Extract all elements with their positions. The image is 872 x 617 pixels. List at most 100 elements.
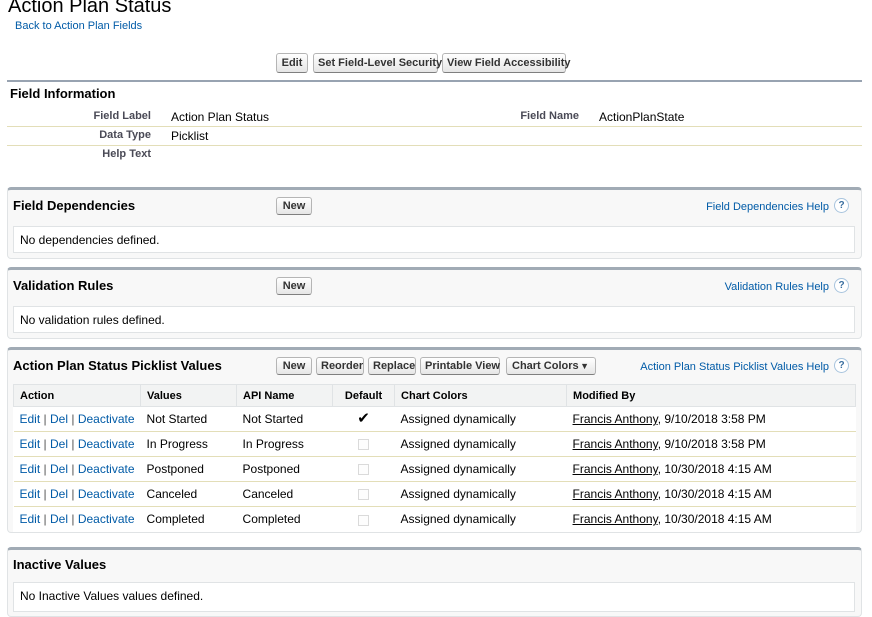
table-header-row: Action Values API Name Default Chart Col… [12, 384, 856, 407]
data-type-value: Picklist [171, 129, 209, 143]
row-actions: Edit | Del | Deactivate [13, 431, 141, 457]
inactive-values-title: Inactive Values [13, 557, 107, 572]
api-name-cell: Not Started [236, 406, 333, 432]
value-cell: Completed [146, 512, 205, 527]
help-icon[interactable]: ? [834, 358, 849, 373]
chart-colors-dropdown[interactable]: Chart Colors ▼ [506, 357, 596, 375]
help-text-label: Help Text [102, 148, 151, 160]
divider [7, 126, 862, 127]
new-validation-rule-button[interactable]: New [276, 277, 312, 295]
api-name-cell: Canceled [236, 481, 333, 507]
replace-button[interactable]: Replace [368, 357, 416, 375]
separator: | [71, 412, 75, 426]
separator: | [43, 512, 47, 527]
new-dependency-button[interactable]: New [276, 197, 312, 215]
chart-colors-label: Chart Colors [512, 360, 579, 372]
data-type-label: Data Type [99, 129, 151, 141]
new-value-button[interactable]: New [276, 357, 312, 375]
field-label-value: Action Plan Status [171, 110, 270, 124]
picklist-values-table: Action Values API Name Default Chart Col… [12, 384, 856, 532]
api-name-cell: Completed [242, 512, 301, 527]
modified-by-cell: Francis Anthony, 10/30/2018 4:15 AM [567, 507, 856, 532]
chart-color-cell: Assigned dynamically [394, 431, 567, 457]
user-link[interactable]: Francis Anthony [573, 512, 658, 526]
chevron-down-icon: ▼ [580, 361, 589, 371]
user-link[interactable]: Francis Anthony [573, 412, 658, 426]
field-label-label: Field Label [93, 110, 151, 122]
row-actions: Edit | Del | Deactivate [14, 507, 141, 532]
chart-color-cell: Assigned dynamically [400, 512, 516, 527]
edit-value-link[interactable]: Edit [20, 487, 41, 501]
table-row: Edit | Del | Deactivate In Progress In Pro… [13, 431, 856, 457]
edit-button[interactable]: Edit [276, 53, 308, 73]
value-cell: Not Started [140, 406, 237, 432]
separator: | [43, 437, 47, 451]
user-link[interactable]: Francis Anthony [573, 487, 658, 501]
value-cell: Canceled [140, 481, 237, 507]
default-cell [332, 481, 395, 507]
help-icon[interactable]: ? [834, 198, 849, 213]
picklist-values-help-link[interactable]: Action Plan Status Picklist Values Help [640, 361, 829, 373]
printable-view-button[interactable]: Printable View [420, 357, 500, 375]
page-title: Action Plan Status [8, 0, 172, 17]
field-name-value: ActionPlanState [599, 110, 685, 124]
separator: | [71, 512, 75, 527]
delete-value-link[interactable]: Del [50, 487, 68, 501]
inactive-values-list: No Inactive Values values defined. [13, 582, 855, 612]
modified-date: , 10/30/2018 4:15 AM [657, 462, 772, 476]
default-cell [333, 507, 395, 532]
chart-color-cell: Assigned dynamically [394, 406, 567, 432]
separator: | [71, 462, 75, 476]
separator: | [43, 487, 47, 501]
separator: | [43, 412, 47, 426]
default-cell: ✔ [332, 406, 395, 432]
validation-rules-help-link[interactable]: Validation Rules Help [725, 281, 829, 293]
view-field-accessibility-button[interactable]: View Field Accessibility [442, 53, 571, 73]
divider [7, 145, 862, 146]
edit-value-link[interactable]: Edit [20, 437, 41, 451]
row-actions: Edit | Del | Deactivate [13, 456, 141, 482]
checkmark-icon: ✔ [357, 410, 370, 427]
field-name-label: Field Name [520, 110, 579, 122]
column-header: API Name [236, 384, 334, 407]
set-field-level-security-button[interactable]: Set Field-Level Security [313, 53, 442, 73]
table-row: Edit | Del | Deactivate Not Started Not St… [13, 406, 856, 432]
modified-by-cell: Francis Anthony, 10/30/2018 4:15 AM [566, 456, 856, 482]
deactivate-value-link[interactable]: Deactivate [78, 462, 135, 476]
back-link[interactable]: Back to Action Plan Fields [15, 20, 142, 32]
edit-value-link[interactable]: Edit [20, 462, 41, 476]
checkbox-icon [358, 514, 370, 526]
user-link[interactable]: Francis Anthony [573, 462, 658, 476]
delete-value-link[interactable]: Del [50, 462, 68, 476]
help-icon[interactable]: ? [834, 278, 849, 293]
row-actions: Edit | Del | Deactivate [13, 481, 141, 507]
validation-rules-list: No validation rules defined. [13, 306, 855, 333]
deactivate-value-link[interactable]: Deactivate [78, 512, 135, 526]
delete-value-link[interactable]: Del [50, 412, 68, 426]
user-link[interactable]: Francis Anthony [573, 437, 658, 451]
default-cell [332, 431, 395, 457]
value-cell: In Progress [140, 431, 237, 457]
delete-value-link[interactable]: Del [50, 437, 68, 451]
dependencies-list: No dependencies defined. [13, 226, 855, 253]
delete-value-link[interactable]: Del [50, 512, 68, 526]
edit-value-link[interactable]: Edit [20, 412, 41, 426]
empty-message: No Inactive Values values defined. [20, 589, 204, 603]
api-name-cell: Postponed [236, 456, 333, 482]
chart-color-cell: Assigned dynamically [394, 481, 567, 507]
table-row: Edit | Del | Deactivate Completed Complete… [14, 507, 856, 532]
validation-rules-section: Validation Rules New Validation Rules He… [7, 267, 862, 339]
deactivate-value-link[interactable]: Deactivate [78, 412, 135, 426]
edit-value-link[interactable]: Edit [20, 512, 41, 526]
modified-by-cell: Francis Anthony, 9/10/2018 3:58 PM [566, 406, 856, 432]
modified-by-cell: Francis Anthony, 9/10/2018 3:58 PM [566, 431, 856, 457]
api-name-cell: In Progress [236, 431, 333, 457]
picklist-values-title: Action Plan Status Picklist Values [13, 358, 222, 373]
deactivate-value-link[interactable]: Deactivate [78, 487, 135, 501]
deactivate-value-link[interactable]: Deactivate [78, 437, 135, 451]
reorder-button[interactable]: Reorder [316, 357, 364, 375]
picklist-values-section: Action Plan Status Picklist Values New R… [7, 347, 862, 533]
default-cell [332, 456, 395, 482]
field-dependencies-help-link[interactable]: Field Dependencies Help [706, 201, 829, 213]
checkbox-icon [358, 489, 370, 501]
